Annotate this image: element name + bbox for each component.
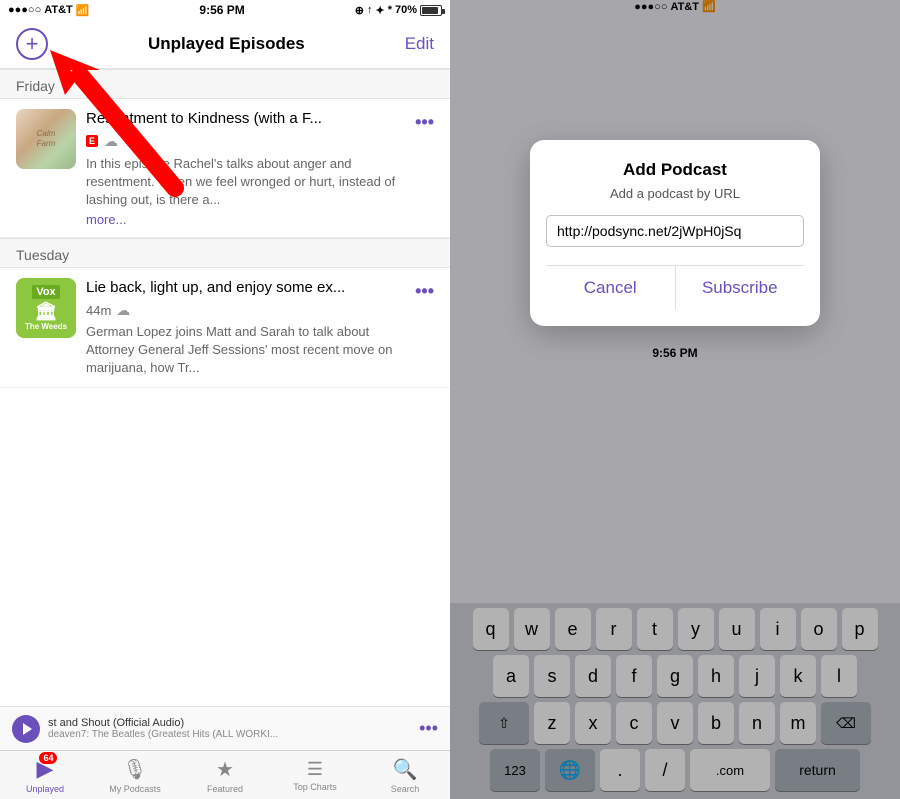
left-panel: ●●●○○ AT&T 📶 9:56 PM ⊕ ↑ ✦ * 70% + Unpla… [0, 0, 450, 799]
add-podcast-button[interactable]: + [16, 28, 48, 60]
tab-item-featured-left[interactable]: ★ Featured [180, 751, 270, 799]
page-title-left: Unplayed Episodes [148, 34, 305, 54]
tab-item-search-left[interactable]: 🔍 Search [360, 751, 450, 799]
vox-art-inner: Vox 🏛 The Weeds [25, 285, 67, 331]
status-carrier-left: ●●●○○ AT&T 📶 [8, 4, 89, 17]
tab-label-featured-left: Featured [207, 784, 243, 794]
dialog-title: Add Podcast [623, 160, 727, 180]
now-playing-artist: deaven7: The Beatles (Greatest Hits (ALL… [48, 729, 411, 740]
explicit-badge: E [86, 135, 98, 147]
nav-bar-left: + Unplayed Episodes Edit [0, 20, 450, 69]
episode-desc-vox: German Lopez joins Matt and Sarah to tal… [86, 323, 405, 378]
status-time-left: 9:56 PM [199, 3, 244, 17]
episode-item-resentment[interactable]: CalmFarm Resentment to Kindness (with a … [0, 99, 450, 238]
tab-icon-wrapper-unplayed: ▶ 64 [37, 756, 54, 782]
episode-duration-vox: 44m ☁ [86, 302, 405, 319]
cloud-icon-vox: ☁ [116, 302, 130, 319]
episode-menu-resentment[interactable]: ••• [415, 113, 434, 131]
search-icon-left: 🔍 [393, 757, 418, 782]
tab-bar-left: ▶ 64 Unplayed 🎙 My Podcasts ★ Featured ☰… [0, 750, 450, 799]
episode-art-vox: Vox 🏛 The Weeds [16, 278, 76, 338]
play-button[interactable] [12, 715, 40, 743]
right-panel: ●●●○○ AT&T 📶 9:56 PM ⊕ ↑ ✦ * 70% + Unpla… [450, 0, 900, 799]
now-playing-bar[interactable]: st and Shout (Official Audio) deaven7: T… [0, 706, 450, 750]
tab-item-my-podcasts[interactable]: 🎙 My Podcasts [90, 751, 180, 799]
episode-menu-vox[interactable]: ••• [415, 282, 434, 300]
episode-info-resentment: Resentment to Kindness (with a F... E ☁ … [86, 109, 405, 227]
tab-label-unplayed: Unplayed [26, 784, 64, 794]
status-icons-left: ⊕ ↑ ✦ * 70% [355, 4, 442, 17]
dialog-buttons: Cancel Subscribe [546, 265, 804, 310]
top-charts-icon: ☰ [307, 759, 323, 780]
episode-art-resentment: CalmFarm [16, 109, 76, 169]
play-icon [23, 723, 32, 735]
tab-label-search-left: Search [391, 784, 420, 794]
edit-button-left[interactable]: Edit [405, 34, 434, 54]
section-header-friday-left: Friday [0, 69, 450, 99]
tab-label-my-podcasts: My Podcasts [109, 784, 161, 794]
section-header-tuesday-left: Tuesday [0, 238, 450, 268]
unplayed-badge: 64 [39, 752, 57, 764]
more-link-resentment[interactable]: more... [86, 212, 405, 227]
episode-title-resentment: Resentment to Kindness (with a F... [86, 109, 405, 129]
tab-label-top-charts-left: Top Charts [293, 782, 337, 792]
dialog-subtitle: Add a podcast by URL [610, 186, 740, 201]
episode-title-vox: Lie back, light up, and enjoy some ex... [86, 278, 405, 298]
now-playing-info: st and Shout (Official Audio) deaven7: T… [48, 717, 411, 740]
episode-item-vox[interactable]: Vox 🏛 The Weeds Lie back, light up, and … [0, 268, 450, 388]
episode-meta-resentment: E ☁ [86, 133, 405, 150]
episode-desc-resentment: In this episode Rachel's talks about ang… [86, 155, 405, 210]
podcast-url-input[interactable] [546, 215, 804, 247]
dialog-overlay: Add Podcast Add a podcast by URL Cancel … [450, 0, 900, 799]
cloud-icon: ☁ [104, 133, 118, 150]
status-bar-left: ●●●○○ AT&T 📶 9:56 PM ⊕ ↑ ✦ * 70% [0, 0, 450, 20]
subscribe-button[interactable]: Subscribe [676, 266, 805, 310]
now-playing-dots[interactable]: ••• [419, 718, 438, 739]
episodes-list-left: Friday CalmFarm Resentment to Kindness (… [0, 69, 450, 799]
featured-icon: ★ [216, 757, 234, 782]
episode-info-vox: Lie back, light up, and enjoy some ex...… [86, 278, 405, 377]
my-podcasts-icon: 🎙 [122, 757, 147, 782]
add-podcast-dialog: Add Podcast Add a podcast by URL Cancel … [530, 140, 820, 326]
tab-item-unplayed[interactable]: ▶ 64 Unplayed [0, 751, 90, 799]
tab-item-top-charts-left[interactable]: ☰ Top Charts [270, 751, 360, 799]
cancel-button[interactable]: Cancel [546, 266, 676, 310]
now-playing-title: st and Shout (Official Audio) [48, 717, 411, 729]
